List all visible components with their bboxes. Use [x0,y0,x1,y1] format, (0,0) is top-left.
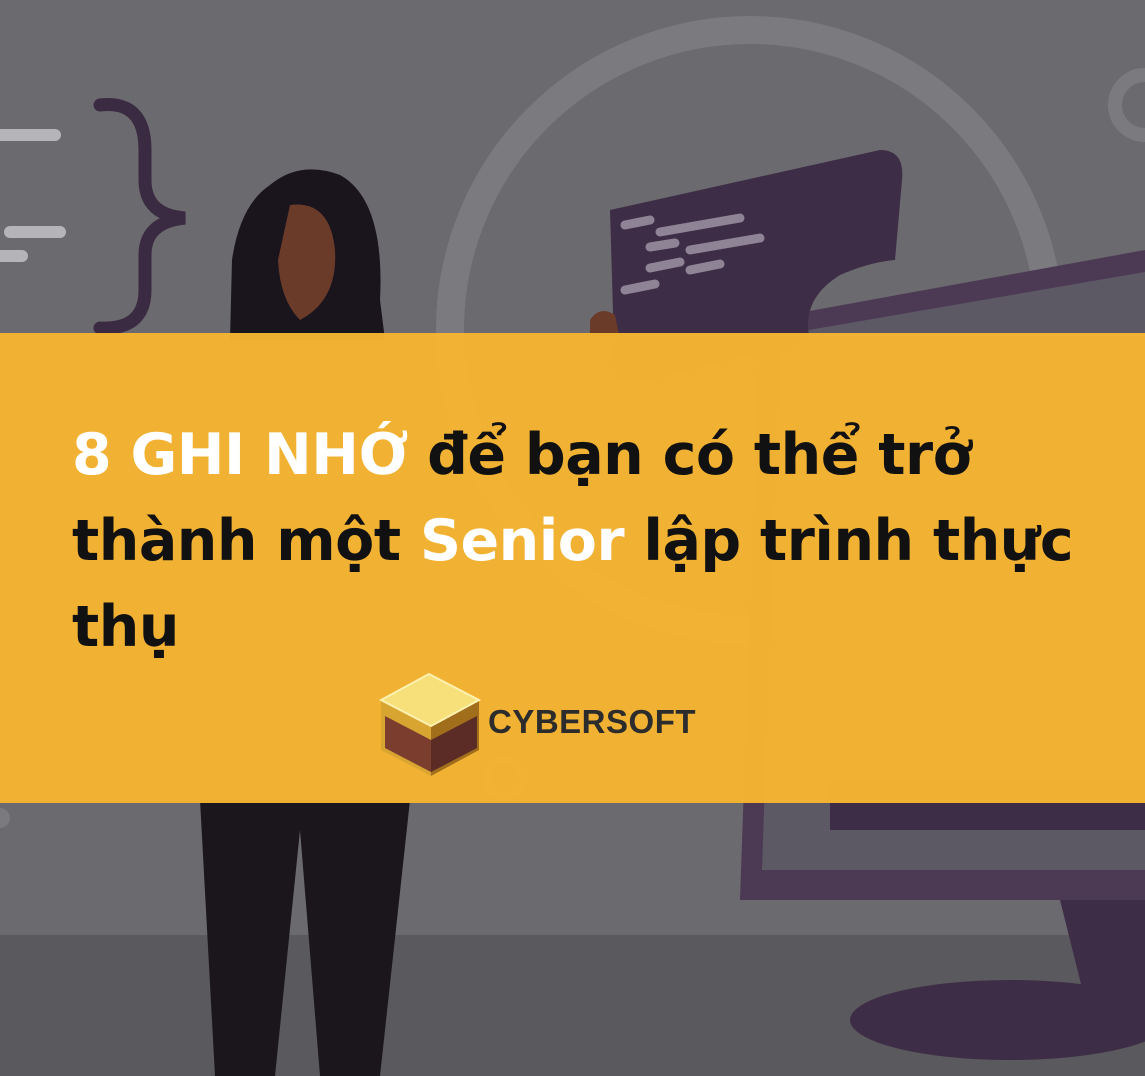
brand-name: CYBERSOFT [488,703,697,740]
headline-highlight-number: 8 GHI NHỚ [72,422,408,488]
headline-highlight-senior: Senior [419,508,625,574]
article-headline: 8 GHI NHỚ để bạn có thể trở thành một Se… [72,412,1112,670]
gold-cube-icon [378,672,482,776]
